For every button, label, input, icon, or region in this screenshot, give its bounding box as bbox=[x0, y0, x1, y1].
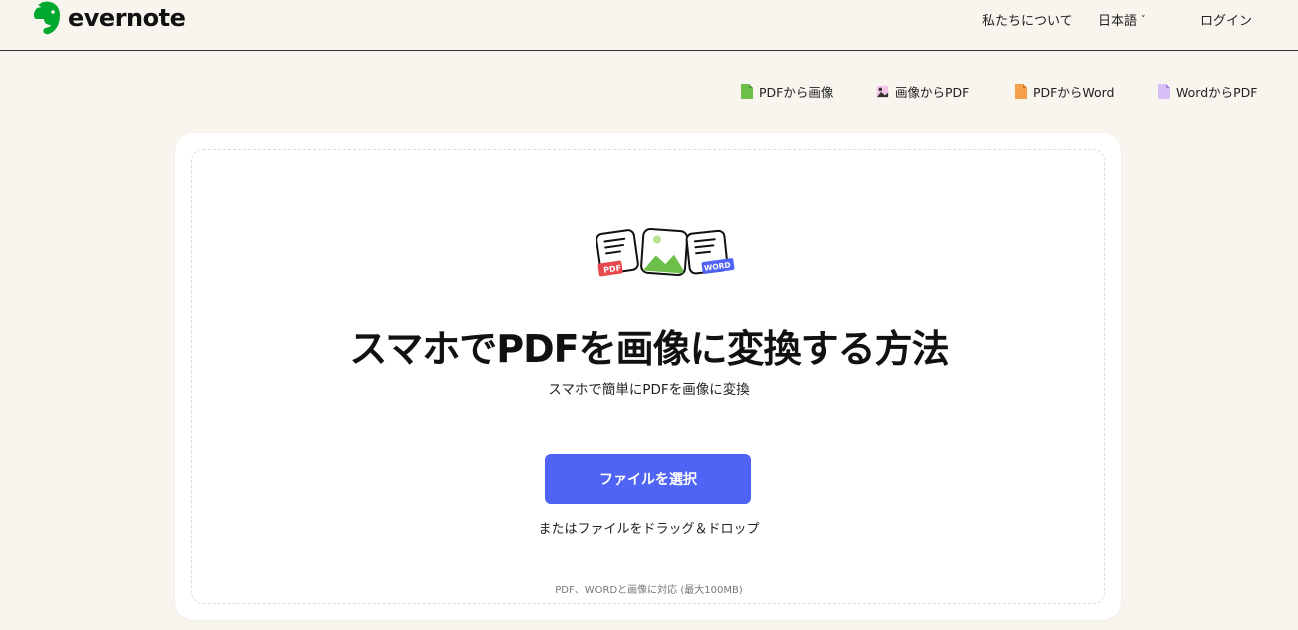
file-dropzone[interactable]: PDF WORD スマホでPDFを画像に変換する方法 スマホで簡単にPDFを画像… bbox=[191, 149, 1105, 604]
evernote-elephant-icon bbox=[33, 1, 60, 35]
tool-link-word-to-pdf[interactable]: WordからPDF bbox=[1157, 82, 1257, 101]
tool-label: WordからPDF bbox=[1176, 85, 1258, 100]
tool-link-pdf-to-image[interactable]: PDFから画像 bbox=[740, 82, 833, 101]
drag-drop-text: またはファイルをドラッグ＆ドロップ bbox=[538, 522, 760, 537]
select-file-button[interactable]: ファイルを選択 bbox=[545, 454, 751, 504]
page-title: スマホでPDFを画像に変換する方法 bbox=[349, 327, 949, 371]
tool-link-image-to-pdf[interactable]: 画像からPDF bbox=[876, 82, 969, 101]
page-subtitle: スマホで簡単にPDFを画像に変換 bbox=[548, 382, 750, 398]
pdf-word-file-icon bbox=[1015, 84, 1027, 99]
tool-label: PDFから画像 bbox=[759, 85, 834, 100]
pdf-file-icon bbox=[741, 84, 753, 99]
word-file-icon bbox=[1158, 84, 1170, 99]
converter-card: PDF WORD スマホでPDFを画像に変換する方法 スマホで簡単にPDFを画像… bbox=[175, 133, 1121, 620]
documents-illustration-icon: PDF WORD bbox=[596, 227, 735, 277]
language-selector[interactable]: 日本語 ˅ bbox=[1098, 10, 1146, 29]
chevron-down-icon: ˅ bbox=[1141, 15, 1146, 25]
nav-about-link[interactable]: 私たちについて bbox=[982, 10, 1073, 29]
tool-label: PDFからWord bbox=[1033, 85, 1115, 100]
tool-link-pdf-to-word[interactable]: PDFからWord bbox=[1014, 82, 1114, 101]
logo-text: evernote bbox=[68, 4, 186, 32]
evernote-logo[interactable]: evernote bbox=[32, 1, 186, 35]
supported-formats-text: PDF、WORDと画像に対応 (最大100MB) bbox=[555, 585, 743, 596]
tool-label: 画像からPDF bbox=[895, 85, 970, 100]
image-file-icon bbox=[876, 85, 889, 98]
login-link[interactable]: ログイン bbox=[1200, 10, 1252, 29]
top-header: evernote 私たちについて 日本語 ˅ ログイン bbox=[0, 0, 1298, 51]
language-label: 日本語 bbox=[1098, 14, 1138, 29]
